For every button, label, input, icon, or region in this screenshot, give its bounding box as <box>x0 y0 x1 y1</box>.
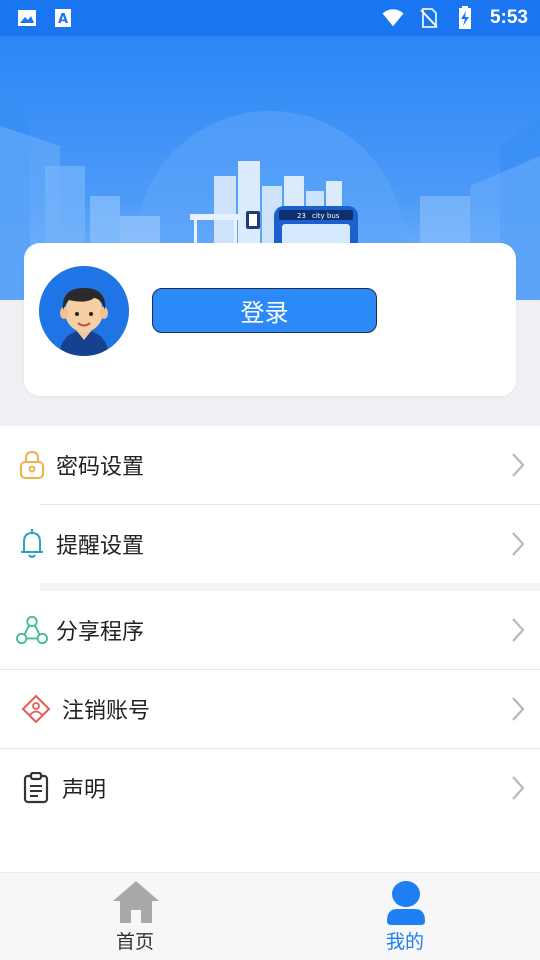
menu-item-password-settings[interactable]: 密码设置 <box>0 426 540 504</box>
user-icon <box>387 881 425 925</box>
status-time: 5:53 <box>489 7 528 28</box>
home-icon <box>113 881 159 923</box>
menu-item-deactivate-account[interactable]: 注销账号 <box>0 670 540 748</box>
nav-mine[interactable]: 我的 <box>345 873 465 960</box>
bus-number: 23 <box>297 212 306 220</box>
battery-charging-icon <box>454 6 476 29</box>
profile-card: 登录 <box>24 243 516 396</box>
login-button[interactable]: 登录 <box>152 288 377 333</box>
nav-home-label: 首页 <box>115 931 154 953</box>
text-a-icon: A <box>52 7 74 29</box>
deactivate-account-icon <box>20 693 52 725</box>
avatar[interactable] <box>39 266 129 356</box>
clipboard-icon <box>20 772 52 804</box>
menu-item-label: 分享程序 <box>56 620 145 645</box>
image-icon <box>16 7 38 29</box>
chevron-right-icon <box>512 776 525 800</box>
menu-item-label: 密码设置 <box>56 455 145 480</box>
menu-item-label: 声明 <box>62 778 107 803</box>
menu-item-label: 注销账号 <box>62 699 151 724</box>
nav-home[interactable]: 首页 <box>75 873 195 960</box>
chevron-right-icon <box>512 532 525 556</box>
chevron-right-icon <box>512 697 525 721</box>
menu-item-label: 提醒设置 <box>56 534 145 559</box>
svg-text:A: A <box>58 12 68 27</box>
bottom-nav: 首页 我的 <box>0 872 540 960</box>
wifi-icon <box>382 7 404 29</box>
settings-menu: 密码设置 提醒设置 分享程序 注销账号 声明 <box>0 426 540 827</box>
nav-mine-label: 我的 <box>385 931 424 953</box>
menu-item-statement[interactable]: 声明 <box>0 749 540 827</box>
lock-icon <box>16 449 48 481</box>
section-divider <box>40 583 540 591</box>
status-bar: A 5:53 <box>0 0 540 36</box>
chevron-right-icon <box>512 453 525 477</box>
bus-label: city bus <box>312 212 340 220</box>
chevron-right-icon <box>512 618 525 642</box>
menu-item-share-app[interactable]: 分享程序 <box>0 591 540 669</box>
avatar-icon <box>39 266 129 356</box>
bell-icon <box>16 528 48 560</box>
share-icon <box>16 614 48 646</box>
menu-item-reminder-settings[interactable]: 提醒设置 <box>0 505 540 583</box>
no-sim-icon <box>418 7 440 29</box>
